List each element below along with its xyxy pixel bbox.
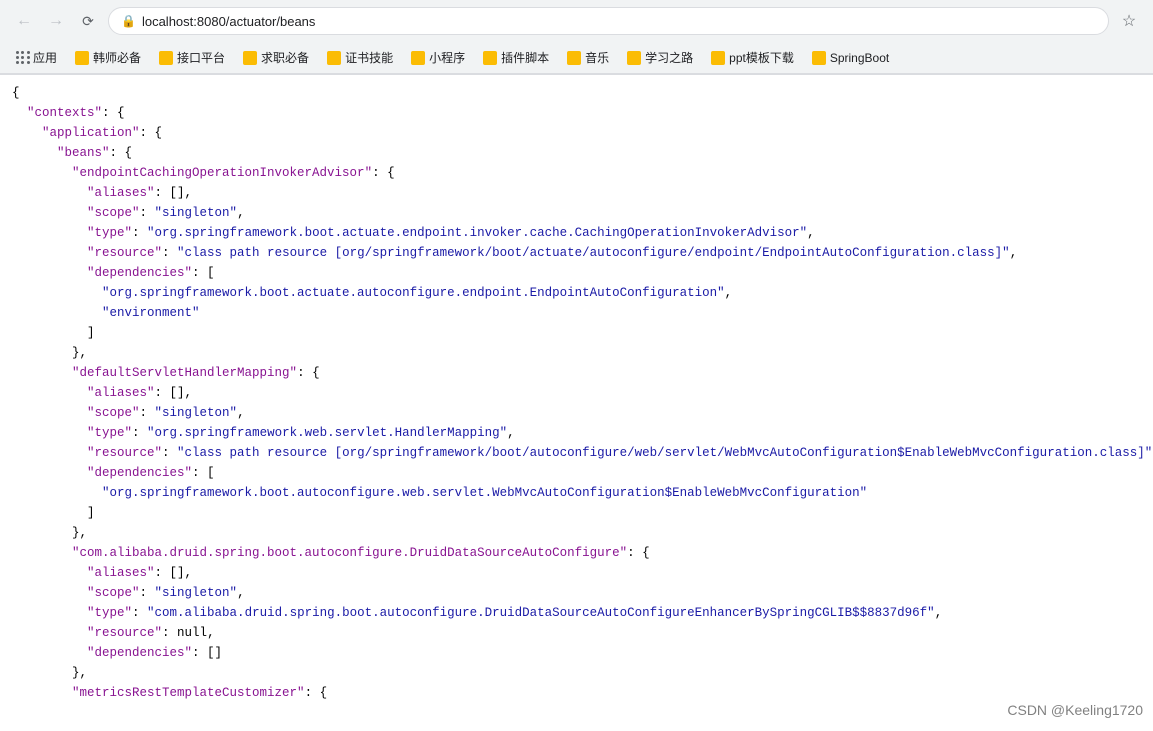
bookmark-star-button[interactable]: ☆: [1117, 9, 1141, 33]
bookmark-item-2[interactable]: 接口平台: [151, 46, 233, 69]
bookmark-label: SpringBoot: [830, 51, 889, 65]
bookmark-item-9[interactable]: ppt模板下载: [703, 46, 802, 69]
bookmark-folder-icon: [411, 51, 425, 65]
bookmark-label: 小程序: [429, 49, 465, 66]
bookmark-folder-icon: [159, 51, 173, 65]
nav-bar: ← → ⟳ 🔒 localhost:8080/actuator/beans ☆: [0, 0, 1153, 42]
bookmark-item-3[interactable]: 求职必备: [235, 46, 317, 69]
bookmark-folder-icon: [243, 51, 257, 65]
bookmark-folder-icon: [327, 51, 341, 65]
browser-chrome: ← → ⟳ 🔒 localhost:8080/actuator/beans ☆ …: [0, 0, 1153, 75]
bookmark-folder-icon: [812, 51, 826, 65]
bookmark-label: 接口平台: [177, 49, 225, 66]
bookmark-item-6[interactable]: 插件脚本: [475, 46, 557, 69]
address-bar[interactable]: 🔒 localhost:8080/actuator/beans: [108, 7, 1109, 35]
apps-grid-icon: [16, 51, 30, 65]
apps-menu-button[interactable]: 应用: [8, 46, 65, 69]
bookmark-label: ppt模板下载: [729, 49, 794, 66]
bookmark-item-5[interactable]: 小程序: [403, 46, 473, 69]
back-button[interactable]: ←: [12, 9, 36, 33]
reload-button[interactable]: ⟳: [76, 9, 100, 33]
bookmark-folder-icon: [627, 51, 641, 65]
bookmark-label: 证书技能: [345, 49, 393, 66]
bookmark-label: 韩师必备: [93, 49, 141, 66]
bookmark-item-1[interactable]: 韩师必备: [67, 46, 149, 69]
watermark: CSDN @Keeling1720: [1007, 699, 1143, 721]
bookmark-folder-icon: [75, 51, 89, 65]
bookmark-label: 插件脚本: [501, 49, 549, 66]
address-text: localhost:8080/actuator/beans: [142, 14, 1096, 29]
bookmark-folder-icon: [711, 51, 725, 65]
lock-icon: 🔒: [121, 14, 136, 28]
json-content: { "contexts": { "application": { "beans"…: [0, 75, 1153, 731]
bookmarks-bar: 应用 韩师必备 接口平台 求职必备 证书技能 小程序 插件脚本 音乐: [0, 42, 1153, 74]
bookmark-folder-icon: [483, 51, 497, 65]
bookmark-label: 音乐: [585, 49, 609, 66]
apps-label: 应用: [33, 49, 57, 66]
bookmark-label: 学习之路: [645, 49, 693, 66]
bookmark-item-8[interactable]: 学习之路: [619, 46, 701, 69]
bookmark-item-4[interactable]: 证书技能: [319, 46, 401, 69]
bookmark-item-7[interactable]: 音乐: [559, 46, 617, 69]
forward-button[interactable]: →: [44, 9, 68, 33]
bookmark-folder-icon: [567, 51, 581, 65]
bookmark-item-10[interactable]: SpringBoot: [804, 48, 897, 68]
bookmark-label: 求职必备: [261, 49, 309, 66]
